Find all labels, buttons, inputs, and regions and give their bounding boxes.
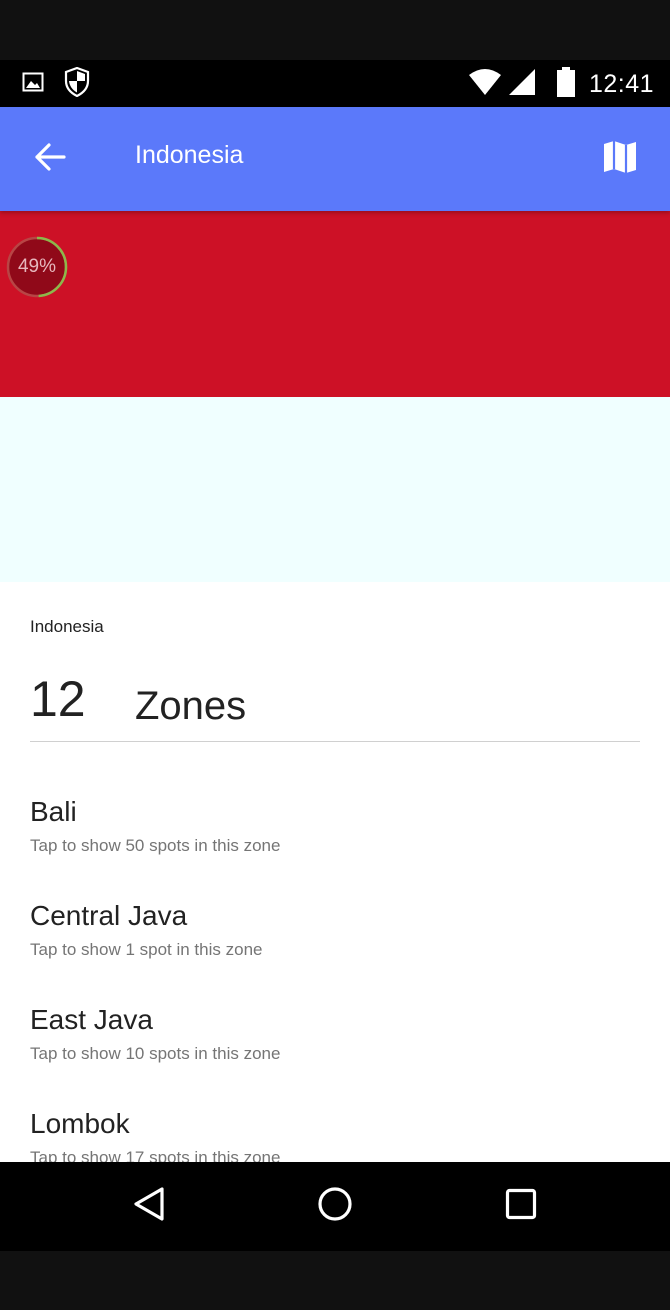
zone-name: East Java — [30, 1004, 153, 1035]
divider — [30, 741, 640, 742]
country-flag: 49% — [0, 211, 670, 582]
zone-subtitle: Tap to show 1 spot in this zone — [30, 940, 263, 959]
zone-item-bali[interactable]: Bali Tap to show 50 spots in this zone — [0, 792, 670, 896]
zone-subtitle: Tap to show 17 spots in this zone — [30, 1148, 281, 1162]
zone-subtitle: Tap to show 10 spots in this zone — [30, 1044, 281, 1063]
navigation-bar — [0, 1162, 670, 1251]
flag-white-band — [0, 397, 670, 582]
zone-count-label: Zones — [135, 684, 247, 728]
country-label: Indonesia — [30, 617, 104, 636]
zone-item-east-java[interactable]: East Java Tap to show 10 spots in this z… — [0, 1000, 670, 1104]
zone-item-lombok[interactable]: Lombok Tap to show 17 spots in this zone — [0, 1104, 670, 1163]
home-circle-icon — [317, 1186, 353, 1226]
status-left-icons — [22, 66, 90, 101]
arrow-back-icon — [34, 143, 66, 175]
map-button[interactable] — [592, 131, 648, 187]
shield-icon — [64, 66, 90, 101]
nav-back-button[interactable] — [119, 1176, 179, 1236]
status-bar: 12:41 — [0, 60, 670, 107]
app-bar: Indonesia — [0, 107, 670, 211]
flag-red-band — [0, 211, 670, 397]
image-icon — [22, 72, 44, 96]
zone-name: Lombok — [30, 1108, 130, 1139]
signal-icon — [508, 69, 535, 99]
back-button[interactable] — [20, 129, 80, 189]
zones-content: Indonesia 12 Zones Bali Tap to show 50 s… — [0, 582, 670, 1162]
progress-label: 49% — [17, 256, 57, 277]
recents-square-icon — [505, 1188, 537, 1224]
back-triangle-icon — [132, 1186, 166, 1226]
nav-recents-button[interactable] — [491, 1176, 551, 1236]
wifi-icon — [468, 69, 501, 99]
status-right: 12:41 — [468, 67, 654, 101]
nav-home-button[interactable] — [305, 1176, 365, 1236]
status-time: 12:41 — [588, 69, 654, 98]
zone-name: Central Java — [30, 900, 188, 931]
map-icon — [603, 140, 637, 178]
zone-count: 12 — [30, 671, 86, 727]
zone-name: Bali — [30, 796, 77, 827]
zone-item-central-java[interactable]: Central Java Tap to show 1 spot in this … — [0, 896, 670, 1000]
battery-icon — [556, 67, 575, 101]
top-bezel — [0, 0, 670, 60]
app-title: Indonesia — [135, 141, 244, 169]
bottom-bezel — [0, 1251, 670, 1310]
zone-list: Bali Tap to show 50 spots in this zone C… — [0, 792, 670, 1163]
zone-subtitle: Tap to show 50 spots in this zone — [30, 836, 281, 855]
